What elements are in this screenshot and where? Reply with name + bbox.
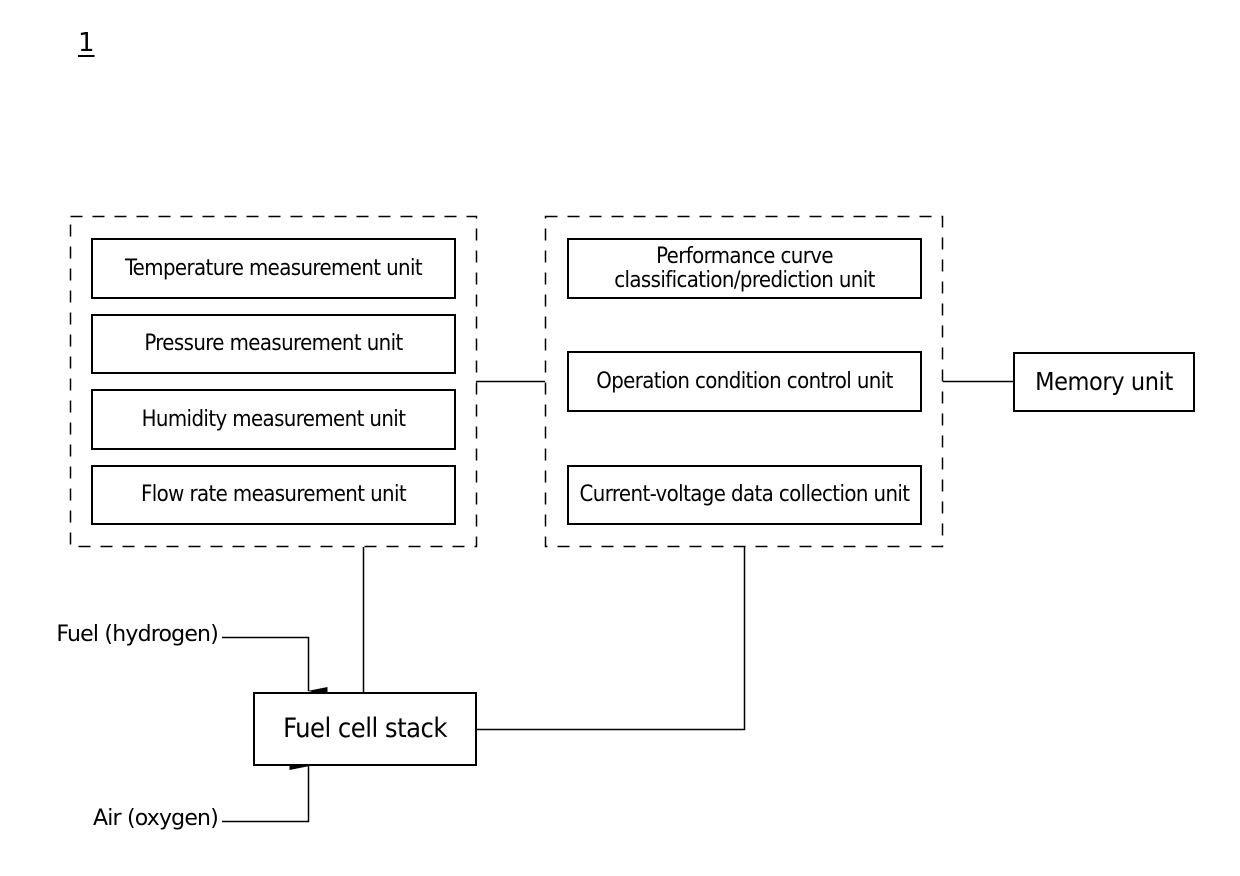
fuel-cell-stack: Fuel cell stack	[253, 692, 477, 766]
operation-condition-control-unit: Operation condition control unit	[567, 351, 922, 412]
pressure-measurement-unit: Pressure measurement unit	[91, 314, 456, 374]
temperature-measurement-unit: Temperature measurement unit	[91, 238, 456, 299]
air-input-arrow	[222, 762, 310, 823]
memory-unit-label: Memory unit	[1035, 366, 1173, 396]
performance-curve-classification-prediction-unit: Performance curve classification/predict…	[567, 238, 922, 299]
unit-label: Pressure measurement unit	[144, 331, 403, 357]
flow-rate-measurement-unit: Flow rate measurement unit	[91, 465, 456, 525]
control-stack-connector	[476, 547, 746, 731]
fuel-input-label: Fuel (hydrogen)	[56, 622, 218, 647]
unit-label: Operation condition control unit	[596, 368, 893, 394]
unit-label: Temperature measurement unit	[124, 255, 423, 281]
unit-label: Current-voltage data collection unit	[579, 482, 911, 508]
humidity-measurement-unit: Humidity measurement unit	[91, 389, 456, 450]
unit-label: Flow rate measurement unit	[140, 482, 407, 508]
unit-label: Humidity measurement unit	[141, 406, 406, 432]
unit-label: Performance curve classification/predict…	[614, 244, 875, 293]
memory-unit: Memory unit	[1013, 352, 1195, 412]
current-voltage-data-collection-unit: Current-voltage data collection unit	[567, 465, 922, 525]
air-input-label: Air (oxygen)	[92, 806, 219, 831]
fuel-cell-stack-label: Fuel cell stack	[283, 712, 447, 744]
fuel-input-arrow	[222, 636, 328, 695]
